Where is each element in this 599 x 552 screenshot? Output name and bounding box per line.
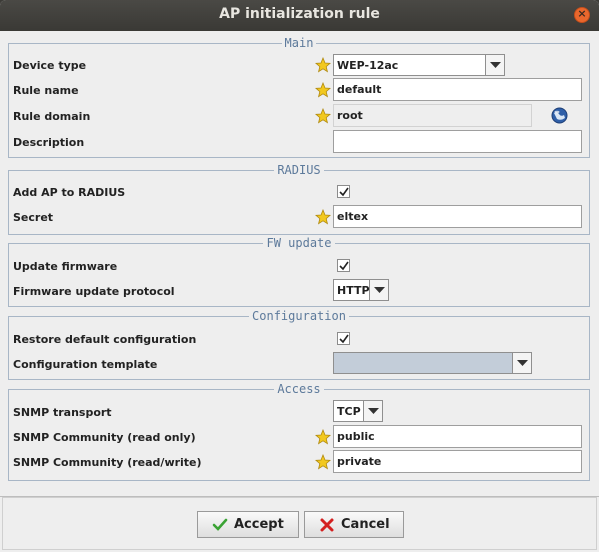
snmp-rw-input[interactable]: private <box>333 450 582 473</box>
globe-icon[interactable] <box>551 107 568 124</box>
device-type-select[interactable]: WEP-12ac <box>333 54 505 76</box>
add-ap-radius-label: Add AP to RADIUS <box>13 186 126 199</box>
fw-protocol-select[interactable]: HTTP <box>333 279 389 301</box>
config-template-label: Configuration template <box>13 358 158 371</box>
rule-domain-label: Rule domain <box>13 110 91 123</box>
x-icon <box>320 518 334 532</box>
snmp-ro-input[interactable]: public <box>333 425 582 448</box>
chevron-down-icon[interactable] <box>485 55 504 75</box>
check-icon <box>339 187 349 197</box>
section-title-access: Access <box>274 382 324 396</box>
title-bar[interactable]: AP initialization rule × <box>0 0 599 31</box>
window-title: AP initialization rule <box>219 6 380 22</box>
snmp-ro-label: SNMP Community (read only) <box>13 431 196 444</box>
fw-protocol-label: Firmware update protocol <box>13 285 175 298</box>
button-bar: Accept Cancel <box>2 497 597 550</box>
snmp-rw-label: SNMP Community (read/write) <box>13 456 202 469</box>
config-template-select[interactable] <box>333 352 532 374</box>
snmp-transport-select[interactable]: TCP <box>333 400 383 422</box>
cancel-button[interactable]: Cancel <box>304 511 404 538</box>
device-type-label: Device type <box>13 59 87 72</box>
update-firmware-label: Update firmware <box>13 260 118 273</box>
section-title-radius: RADIUS <box>274 163 324 177</box>
star-icon <box>315 108 331 124</box>
rule-domain-field: root <box>333 104 532 127</box>
add-ap-radius-checkbox[interactable] <box>337 185 350 198</box>
chevron-down-icon[interactable] <box>369 280 388 300</box>
check-icon <box>212 518 228 531</box>
star-icon <box>315 454 331 470</box>
rule-name-input[interactable]: default <box>333 78 582 101</box>
section-title-configuration: Configuration <box>249 309 349 323</box>
restore-default-label: Restore default configuration <box>13 333 197 346</box>
restore-default-checkbox[interactable] <box>337 332 350 345</box>
update-firmware-checkbox[interactable] <box>337 259 350 272</box>
check-icon <box>339 261 349 271</box>
chevron-down-icon[interactable] <box>512 353 531 373</box>
description-label: Description <box>13 136 85 149</box>
section-title-fw-update: FW update <box>263 236 335 250</box>
dialog-window: AP initialization rule × Main Device typ… <box>0 0 599 552</box>
accept-button[interactable]: Accept <box>197 511 299 538</box>
description-input[interactable] <box>333 130 582 153</box>
star-icon <box>315 429 331 445</box>
star-icon <box>315 57 331 73</box>
check-icon <box>339 334 349 344</box>
snmp-transport-label: SNMP transport <box>13 406 112 419</box>
star-icon <box>315 209 331 225</box>
secret-input[interactable]: eltex <box>333 205 582 228</box>
chevron-down-icon[interactable] <box>363 401 382 421</box>
close-button[interactable]: × <box>574 7 590 23</box>
section-title-main: Main <box>281 36 317 50</box>
close-icon: × <box>577 7 587 20</box>
star-icon <box>315 82 331 98</box>
secret-label: Secret <box>13 211 54 224</box>
rule-name-label: Rule name <box>13 84 79 97</box>
